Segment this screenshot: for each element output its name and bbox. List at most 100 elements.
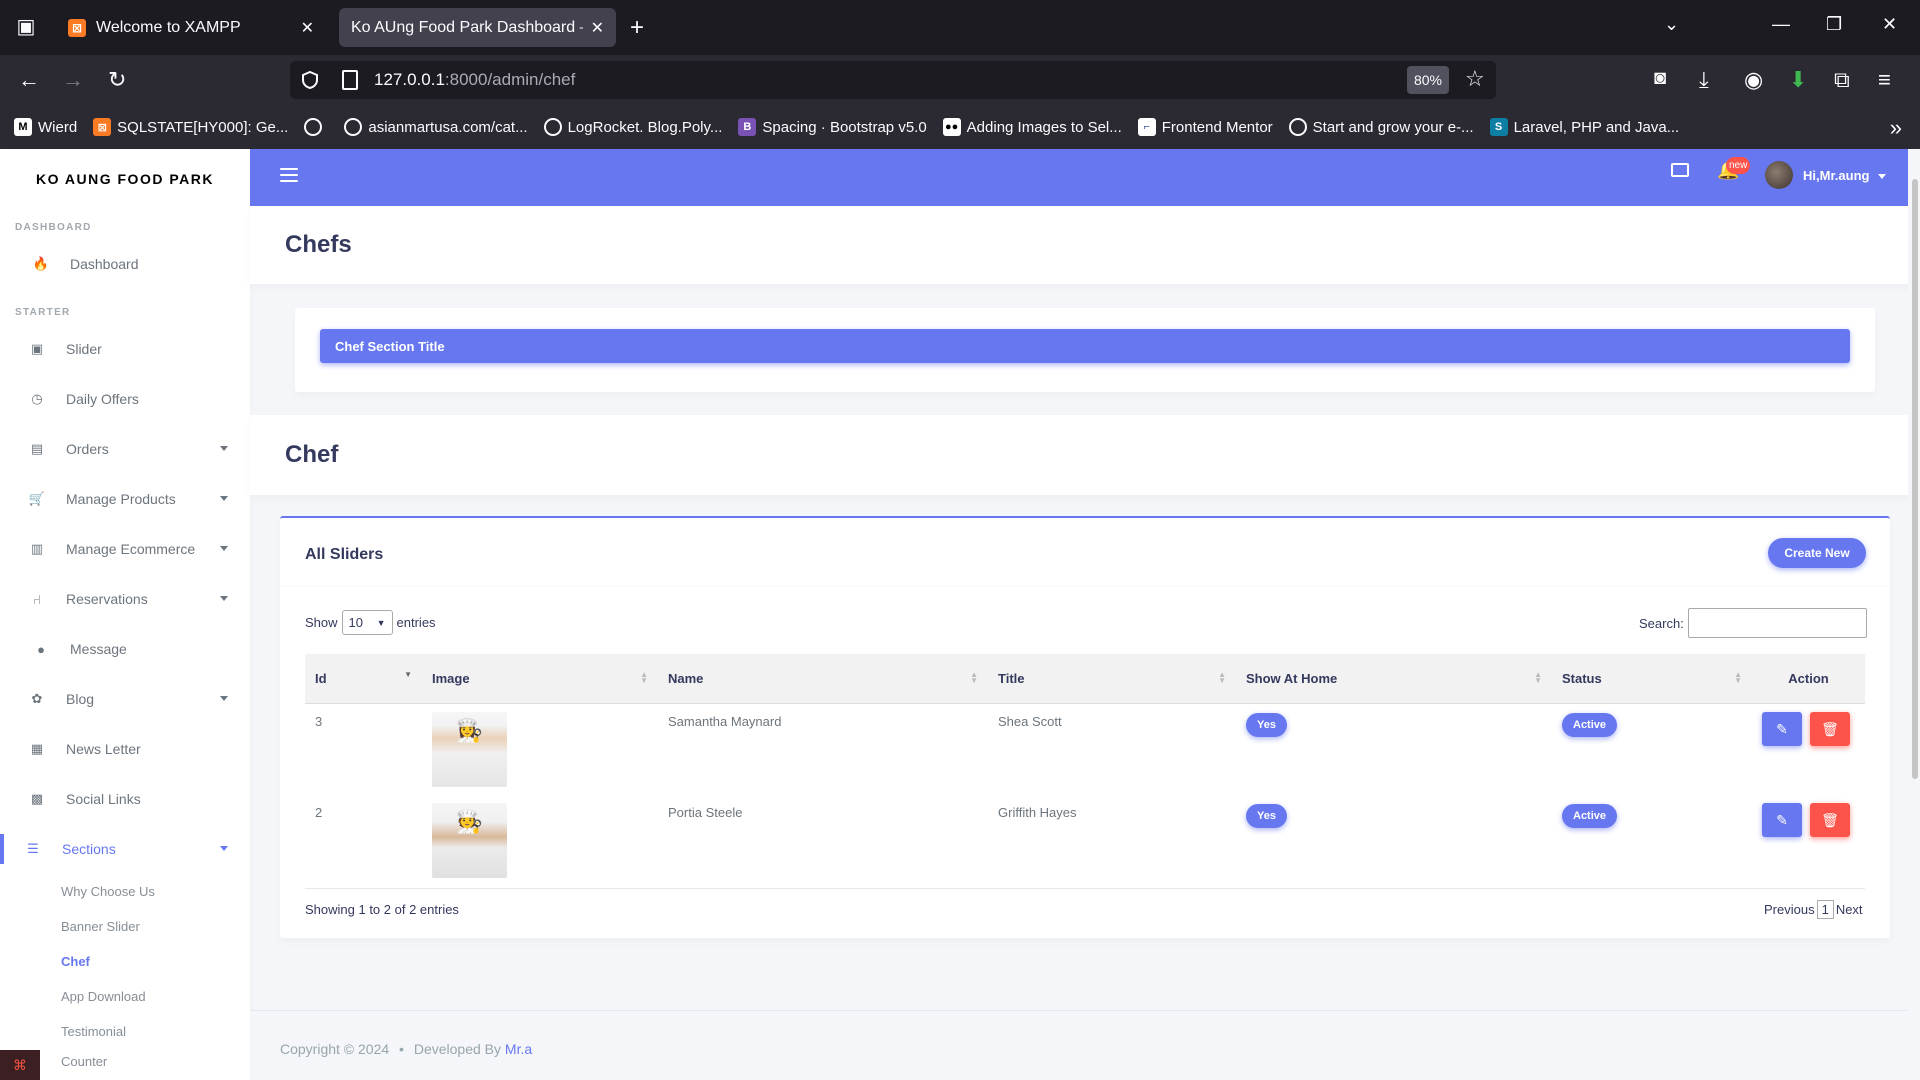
shield-icon[interactable] — [300, 70, 320, 90]
status-badge: Active — [1562, 713, 1618, 737]
idm-extension-icon[interactable]: ⬇ — [1789, 67, 1807, 93]
cell-image: 🧑‍🍳 — [422, 795, 658, 886]
extensions-icon[interactable]: ⧉ — [1834, 67, 1850, 93]
pagination-next[interactable]: Next — [1836, 902, 1863, 917]
chevron-down-icon[interactable] — [1878, 174, 1886, 179]
sidebar-item-daily-offers[interactable]: ◷ Daily Offers — [0, 374, 250, 424]
sidebar-item-orders[interactable]: ▤ Orders — [0, 424, 250, 474]
tab-overview-icon[interactable]: ▣ — [12, 15, 40, 39]
pagination: Previous 1 Next — [1764, 900, 1863, 919]
globe-icon — [1288, 118, 1307, 136]
globe-icon — [344, 118, 363, 136]
bookmarks-overflow-icon[interactable]: » — [1890, 115, 1902, 141]
tab-dashboard[interactable]: Ko AUng Food Park Dashboard — S ✕ — [339, 8, 616, 47]
edit-button[interactable]: ✎ — [1762, 803, 1802, 837]
bookmark-item[interactable]: M Wierd — [14, 118, 77, 136]
bookmark-item[interactable]: asianmartusa.com/cat... — [344, 118, 528, 136]
column-header-image[interactable]: Image ▲ ▼ — [422, 654, 658, 703]
bookmark-item[interactable]: S Laravel, PHP and Java... — [1489, 118, 1679, 136]
cell-name: Samantha Maynard — [668, 714, 782, 729]
sidebar-item-reservations[interactable]: ⑁ Reservations — [0, 574, 250, 624]
close-tab-icon[interactable]: ✕ — [591, 18, 604, 38]
bookmark-item[interactable]: ⊠ SQLSTATE[HY000]: Ge... — [93, 118, 288, 136]
brand-logo[interactable]: KO AUNG FOOD PARK — [0, 149, 250, 209]
bookmark-star-icon[interactable]: ☆ — [1465, 66, 1485, 92]
minimize-icon[interactable]: — — [1772, 14, 1790, 35]
show-at-home-badge: Yes — [1246, 804, 1287, 828]
sidebar-item-social-links[interactable]: ▩ Social Links — [0, 774, 250, 824]
forward-icon[interactable]: → — [62, 67, 84, 93]
sidebar-item-message[interactable]: ● Message — [0, 624, 250, 674]
submenu-item-banner-slider[interactable]: Banner Slider — [0, 909, 250, 944]
delete-button[interactable]: 🗑 — [1810, 712, 1850, 746]
bookmark-item[interactable]: ⌐ Frontend Mentor — [1137, 118, 1273, 136]
bookmark-item[interactable]: LogRocket. Blog.Poly... — [543, 118, 722, 136]
bookmark-item[interactable]: ●● Adding Images to Sel... — [942, 118, 1122, 136]
submenu-item-app-download[interactable]: App Download — [0, 979, 250, 1014]
tab-xampp[interactable]: ⊠ Welcome to XAMPP ✕ — [56, 8, 326, 47]
hamburger-menu-icon[interactable] — [280, 168, 298, 186]
bookmark-item[interactable]: B Spacing · Bootstrap v5.0 — [738, 118, 927, 136]
sidebar-item-blog[interactable]: ✿ Blog — [0, 674, 250, 724]
sidebar-item-news-letter[interactable]: ▦ News Letter — [0, 724, 250, 774]
sidebar-item-label: Social Links — [66, 791, 141, 807]
delete-button[interactable]: 🗑 — [1810, 803, 1850, 837]
download-icon[interactable]: ⤓ — [1699, 67, 1709, 93]
column-header-status[interactable]: Status ▲ ▼ — [1552, 654, 1752, 703]
user-menu-label[interactable]: Hi,Mr.aung — [1803, 168, 1869, 183]
pocket-icon[interactable]: ◙ — [1654, 67, 1666, 90]
scrollbar-thumb[interactable] — [1912, 179, 1918, 779]
sidebar-item-dashboard[interactable]: 🔥 Dashboard — [0, 239, 250, 289]
laravel-debugbar-icon[interactable]: ⌘ — [0, 1050, 40, 1080]
column-header-title[interactable]: Title ▲ ▼ — [988, 654, 1236, 703]
cell-show-at-home: Yes — [1236, 795, 1552, 886]
edit-icon: ✎ — [1776, 720, 1788, 737]
new-tab-icon[interactable]: + — [630, 14, 644, 42]
sidebar-item-sections[interactable]: ☰ Sections — [0, 824, 250, 874]
submenu-item-testimonial[interactable]: Testimonial — [0, 1014, 250, 1049]
notification-badge: new — [1726, 157, 1751, 174]
card-title: All Sliders — [305, 546, 384, 563]
account-icon[interactable]: ◉ — [1744, 67, 1763, 93]
list-tabs-icon[interactable]: ⌄ — [1664, 14, 1679, 35]
submenu-item-why-choose-us[interactable]: Why Choose Us — [0, 874, 250, 909]
sidebar-item-slider[interactable]: ▣ Slider — [0, 324, 250, 374]
restore-icon[interactable]: ❐ — [1826, 14, 1842, 35]
sidebar-item-manage-ecommerce[interactable]: ▥ Manage Ecommerce — [0, 524, 250, 574]
box-icon: ▤ — [30, 441, 44, 456]
envelope-icon[interactable] — [1671, 163, 1689, 177]
close-tab-icon[interactable]: ✕ — [301, 18, 314, 38]
scrollbar[interactable] — [1908, 149, 1920, 1080]
bookmark-item[interactable] — [304, 118, 328, 136]
column-header-show-at-home[interactable]: Show At Home ▲ ▼ — [1236, 654, 1552, 703]
sidebar-item-label: Sections — [62, 841, 116, 857]
column-header-name[interactable]: Name ▲ ▼ — [658, 654, 988, 703]
fire-icon: 🔥 — [32, 256, 50, 271]
cell-status: Active — [1552, 795, 1752, 886]
chef-section-title-toggle[interactable]: Chef Section Title — [320, 329, 1850, 363]
avatar[interactable] — [1765, 161, 1793, 189]
submenu-item-chef[interactable]: Chef — [0, 944, 250, 979]
cell-status: Active — [1552, 704, 1752, 795]
pagination-page-1[interactable]: 1 — [1816, 900, 1834, 919]
author-link[interactable]: Mr.a — [505, 1041, 532, 1057]
sidebar-item-manage-products[interactable]: 🛒 Manage Products — [0, 474, 250, 524]
menu-header-starter: STARTER — [15, 307, 71, 318]
close-window-icon[interactable]: ✕ — [1882, 14, 1897, 35]
url-bar[interactable]: 127.0.0.1:8000/admin/chef 80% ☆ — [290, 61, 1496, 99]
entries-select[interactable]: 10 ▼ — [341, 610, 393, 635]
zoom-level[interactable]: 80% — [1407, 66, 1449, 94]
menu-icon[interactable]: ≡ — [1878, 67, 1891, 93]
show-label: Show — [305, 615, 338, 630]
reload-icon[interactable]: ↻ — [108, 67, 126, 93]
bookmark-item[interactable]: Start and grow your e-... — [1288, 118, 1474, 136]
create-new-button[interactable]: Create New — [1768, 538, 1866, 568]
edit-button[interactable]: ✎ — [1762, 712, 1802, 746]
divider — [280, 586, 1890, 587]
sidebar-item-label: Daily Offers — [66, 391, 139, 407]
column-header-id[interactable]: Id ▼ — [305, 654, 422, 703]
pagination-previous[interactable]: Previous — [1764, 902, 1815, 917]
url-text[interactable]: 127.0.0.1:8000/admin/chef — [374, 70, 575, 90]
search-input[interactable] — [1687, 608, 1867, 638]
back-icon[interactable]: ← — [18, 67, 40, 93]
